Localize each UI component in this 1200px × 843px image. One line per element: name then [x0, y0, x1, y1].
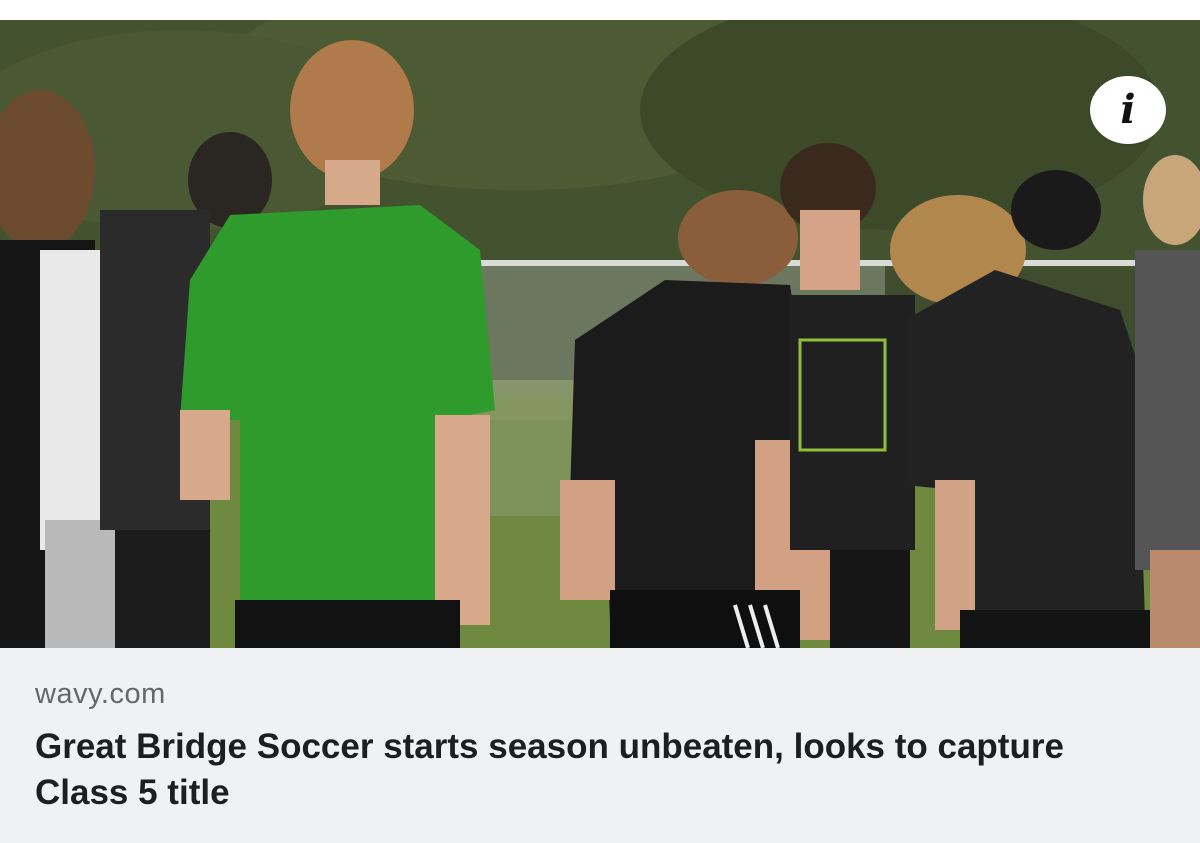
link-caption[interactable]: wavy.com Great Bridge Soccer starts seas…	[0, 648, 1200, 843]
preview-image[interactable]: i	[0, 20, 1200, 648]
info-icon: i	[1120, 86, 1136, 133]
top-spacer	[0, 0, 1200, 20]
link-preview-card[interactable]: i wavy.com Great Bridge Soccer starts se…	[0, 0, 1200, 843]
source-domain: wavy.com	[35, 678, 166, 710]
article-headline[interactable]: Great Bridge Soccer starts season unbeat…	[35, 724, 1155, 816]
soccer-team-photo	[0, 20, 1200, 648]
info-button[interactable]: i	[1090, 76, 1166, 144]
